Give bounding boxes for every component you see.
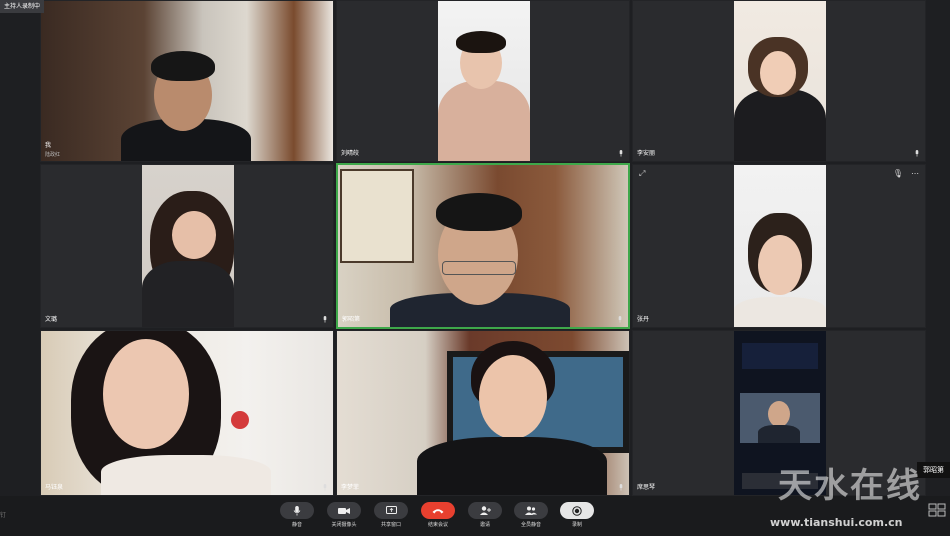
mic-icon — [914, 150, 920, 157]
video-tile-active-speaker[interactable]: 郭昭第 — [336, 163, 630, 329]
share-screen-icon — [374, 502, 408, 519]
button-label: 结束会议 — [427, 522, 448, 528]
participant-name: 席思琴 — [637, 484, 656, 491]
participant-name: 马钰泉 — [45, 484, 64, 491]
video-feed — [734, 165, 826, 327]
button-label: 共享窗口 — [380, 522, 401, 528]
record-icon — [560, 502, 594, 519]
video-feed — [142, 165, 234, 327]
video-tile-participant[interactable]: 席思琴 — [632, 330, 926, 496]
video-feed — [41, 331, 333, 495]
layout-toggle-button[interactable] — [928, 502, 946, 521]
mute-button[interactable]: 静音 — [280, 502, 314, 528]
invite-button[interactable]: 邀请 — [468, 502, 502, 528]
button-label: 录制 — [571, 522, 582, 528]
video-tile-participant[interactable]: 文璐 — [40, 164, 334, 328]
button-label: 全员静音 — [520, 522, 541, 528]
mic-icon — [618, 484, 624, 491]
participant-name: 我 — [45, 142, 52, 149]
participant-name: 李梦菲 — [341, 484, 360, 491]
video-feed — [438, 1, 530, 161]
expand-icon[interactable]: ⤢ — [639, 169, 645, 179]
participant-name: 郭昭第 — [342, 316, 361, 323]
hang-up-icon — [421, 502, 455, 519]
mic-icon[interactable]: 🎙 — [893, 169, 903, 178]
video-feed — [734, 331, 826, 495]
mic-icon — [618, 150, 624, 157]
video-tile-participant[interactable]: ⤢ 🎙 ⋯ 张丹 — [632, 164, 926, 328]
invite-icon — [468, 502, 502, 519]
camera-icon — [327, 502, 361, 519]
mic-icon — [322, 484, 328, 491]
video-feed — [337, 331, 629, 495]
video-feed — [41, 1, 333, 161]
share-window-button[interactable]: 共享窗口 — [374, 502, 408, 528]
more-icon[interactable]: ⋯ — [911, 169, 919, 178]
grid-view-icon — [928, 503, 946, 517]
button-label: 邀请 — [479, 522, 490, 528]
participant-name: 刘晴皎 — [341, 150, 360, 157]
participant-name: 张丹 — [637, 316, 650, 323]
mic-icon — [322, 316, 328, 323]
tile-toolbar: 🎙 ⋯ — [893, 169, 919, 178]
toolbar-left-text: 钉 — [0, 512, 7, 519]
meeting-toolbar: 钉 静音 关闭摄像头 共享窗口 结束会议 邀请 全员静音 录制 — [0, 496, 950, 536]
participant-subname: 陆政红 — [45, 152, 61, 158]
video-tile-participant[interactable]: 李梦菲 — [336, 330, 630, 496]
participant-name: 李安丽 — [637, 150, 656, 157]
recording-badge: 主持人录制中 — [0, 0, 45, 13]
video-tile-participant[interactable]: 刘晴皎 — [336, 0, 630, 162]
hover-name-tooltip: 郭昭第 — [917, 462, 950, 478]
button-label: 静音 — [291, 522, 302, 528]
mic-icon — [617, 316, 623, 323]
video-tile-me[interactable]: 我 陆政红 — [40, 0, 334, 162]
video-feed — [338, 165, 628, 327]
video-tile-participant[interactable]: 马钰泉 — [40, 330, 334, 496]
camera-off-button[interactable]: 关闭摄像头 — [327, 502, 361, 528]
video-tile-participant[interactable]: 李安丽 — [632, 0, 926, 162]
mute-all-icon — [514, 502, 548, 519]
record-button[interactable]: 录制 — [560, 502, 594, 528]
end-meeting-button[interactable]: 结束会议 — [421, 502, 455, 528]
video-feed — [734, 1, 826, 161]
mute-all-button[interactable]: 全员静音 — [514, 502, 548, 528]
mic-icon — [280, 502, 314, 519]
participant-name: 文璐 — [45, 316, 58, 323]
video-grid: 我 陆政红 刘晴皎 李安丽 文璐 郭昭第 ⤢ 🎙 ⋯ 张丹 马钰泉 李梦菲 席思… — [40, 0, 926, 496]
button-label: 关闭摄像头 — [331, 522, 357, 528]
